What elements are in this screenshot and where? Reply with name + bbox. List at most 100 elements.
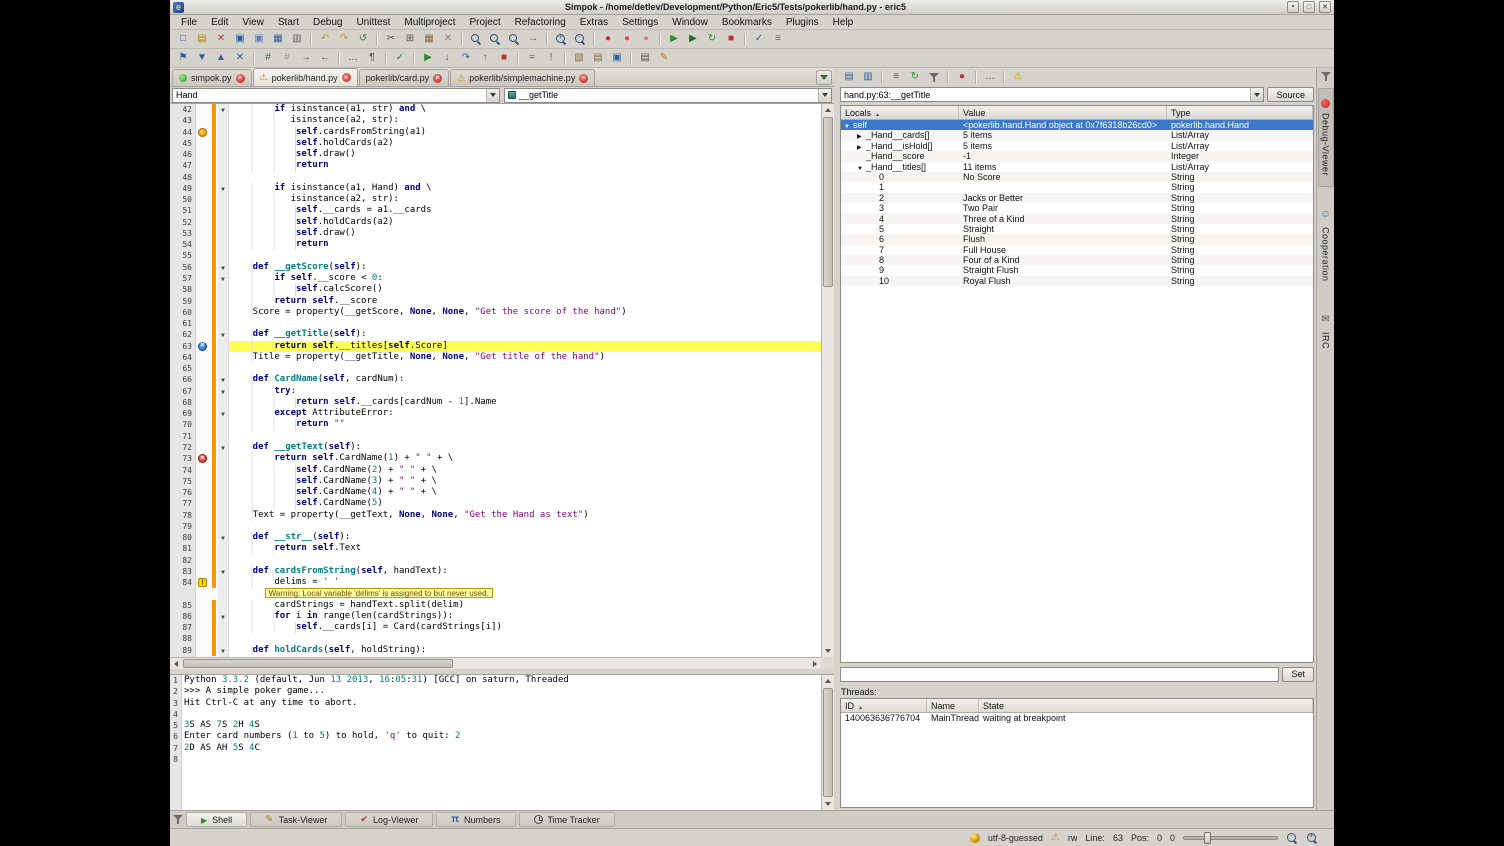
comment-icon[interactable]: # (259, 50, 277, 66)
code-line[interactable]: delims = ' ' (229, 577, 821, 588)
column-header-locals[interactable]: Locals (841, 106, 959, 119)
locals-row[interactable]: 1String (841, 182, 1313, 192)
step-over-icon[interactable]: ↷ (457, 50, 475, 66)
menu-view[interactable]: View (235, 15, 271, 29)
unittest-icon[interactable]: ✓ (750, 31, 768, 47)
stack-frame-combo[interactable]: hand.py:63:__getTitle (840, 87, 1264, 102)
bookmark-prev-icon[interactable]: ▲ (212, 50, 230, 66)
code-line[interactable]: def __getText(self): (229, 442, 821, 453)
fold-cell[interactable] (218, 645, 228, 656)
dock-tab-irc[interactable]: IRC (1318, 298, 1334, 360)
menu-refactoring[interactable]: Refactoring (508, 15, 573, 29)
stop-script-icon[interactable]: ■ (722, 31, 740, 47)
maximize-button[interactable] (1303, 1, 1315, 13)
preferences-icon[interactable]: ≡ (769, 31, 787, 47)
filter-icon[interactable] (925, 69, 943, 85)
marker-cell[interactable] (196, 408, 209, 419)
menu-multiproject[interactable]: Multiproject (397, 15, 462, 29)
close-button[interactable] (1319, 1, 1331, 13)
marker-cell[interactable] (196, 149, 209, 160)
marker-cell[interactable] (196, 127, 209, 138)
code-line[interactable]: def cardsFromString(self, handText): (229, 566, 821, 577)
code-line[interactable]: for i in range(len(cardStrings)): (229, 611, 821, 622)
unindent-icon[interactable]: ← (316, 50, 334, 66)
locals-row[interactable]: 9Straight FlushString (841, 265, 1313, 275)
editor-vertical-scrollbar[interactable] (821, 104, 834, 657)
marker-cell[interactable] (196, 419, 209, 430)
gutter-markers[interactable] (196, 104, 209, 657)
marker-cell[interactable] (196, 543, 209, 554)
error-marker-icon[interactable] (198, 454, 207, 463)
save-as-icon[interactable]: ▣ (250, 31, 268, 47)
marker-cell[interactable] (196, 386, 209, 397)
locals-row[interactable]: 8Four of a KindString (841, 255, 1313, 265)
marker-cell[interactable] (196, 217, 209, 228)
locals-row[interactable]: 5StraightString (841, 224, 1313, 234)
marker-cell[interactable] (196, 296, 209, 307)
show-source-icon[interactable]: ▤ (840, 69, 858, 85)
marker-cell[interactable] (196, 453, 209, 464)
code-line[interactable]: self.holdCards(a2) (229, 217, 821, 228)
fold-open-icon[interactable] (220, 406, 226, 421)
menu-debug[interactable]: Debug (306, 15, 349, 29)
more-icon[interactable]: … (981, 69, 999, 85)
undo-icon[interactable]: ↶ (316, 31, 334, 47)
code-line[interactable]: self.__cards = a1.__cards (229, 205, 821, 216)
cut-icon[interactable]: ✂ (382, 31, 400, 47)
fold-open-icon[interactable] (220, 384, 226, 399)
code-line[interactable]: except AttributeError: (229, 408, 821, 419)
project-open-icon[interactable]: ▤ (589, 50, 607, 66)
fold-cell[interactable] (218, 611, 228, 622)
fold-cell[interactable] (218, 183, 228, 194)
code-line[interactable]: self.draw() (229, 149, 821, 160)
fold-open-icon[interactable] (220, 181, 226, 196)
marker-cell[interactable] (196, 611, 209, 622)
run-script-icon[interactable]: ▶ (665, 31, 683, 47)
menu-help[interactable]: Help (826, 15, 861, 29)
spell-check-icon[interactable]: ✓ (391, 50, 409, 66)
marker-cell[interactable] (196, 487, 209, 498)
fold-open-icon[interactable] (220, 643, 226, 657)
dock-tab-cooperation[interactable]: Cooperation (1318, 193, 1334, 293)
tab-list-button[interactable] (816, 70, 832, 85)
collapse-arrow-icon[interactable] (844, 120, 853, 130)
fold-cell[interactable] (218, 532, 228, 543)
close-icon[interactable]: ✕ (212, 31, 230, 47)
dock-filter-icon[interactable] (1321, 71, 1331, 82)
locals-row[interactable]: 3Two PairString (841, 203, 1313, 213)
new-icon[interactable]: □ (174, 31, 192, 47)
editor-tab[interactable]: pokerlib/card.py (359, 69, 450, 86)
fold-cell[interactable] (218, 442, 228, 453)
redo-icon[interactable]: ↷ (335, 31, 353, 47)
fold-open-icon[interactable] (220, 104, 226, 117)
menu-edit[interactable]: Edit (204, 15, 235, 29)
dock-filter-icon[interactable] (173, 814, 183, 825)
code-line[interactable]: Score = property(__getScore, None, None,… (229, 307, 821, 318)
code-line[interactable]: def __getTitle(self): (229, 329, 821, 340)
log-viewer-icon[interactable]: ▤ (636, 50, 654, 66)
marker-cell[interactable] (196, 363, 209, 374)
code-line[interactable] (229, 363, 821, 374)
warning-marker-icon[interactable] (198, 578, 207, 587)
marker-cell[interactable] (196, 374, 209, 385)
marker-cell[interactable] (196, 442, 209, 453)
locals-row[interactable]: 7Full HouseString (841, 245, 1313, 255)
locals-row[interactable]: self<pokerlib.hand.Hand object at 0x7f63… (841, 120, 1313, 130)
marker-cell[interactable] (196, 318, 209, 329)
code-line[interactable]: self.CardName(5) (229, 498, 821, 509)
locals-row[interactable]: 4Three of a KindString (841, 214, 1313, 224)
titlebar[interactable]: Simpok - /home/detlev/Development/Python… (170, 0, 1334, 15)
code-line[interactable]: isinstance(a2, str): (229, 194, 821, 205)
column-header-state[interactable]: State (979, 699, 1313, 712)
set-value-input[interactable] (840, 667, 1279, 682)
column-header-id[interactable]: ID (841, 699, 927, 712)
search-next-icon[interactable] (486, 31, 504, 47)
minimize-button[interactable] (1287, 1, 1299, 13)
scroll-up-icon[interactable] (822, 104, 834, 116)
exception-icon[interactable]: ⚠ (1009, 69, 1027, 85)
shell-panel[interactable]: 12345678 Python 3.3.2 (default, Jun 13 2… (170, 674, 834, 810)
continue-icon[interactable]: ▶ (419, 50, 437, 66)
bottom-tab-log-viewer[interactable]: Log-Viewer (345, 812, 433, 827)
expand-arrow-icon[interactable] (857, 141, 866, 151)
editor-tab[interactable]: pokerlib/hand.py (253, 68, 358, 86)
